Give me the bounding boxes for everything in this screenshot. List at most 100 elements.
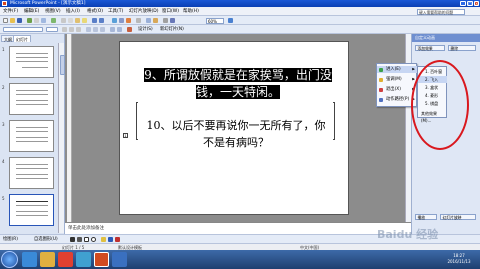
notes-pane[interactable]: 单击此处添加备注 [65,222,411,234]
slide-thumbnail[interactable] [9,120,54,152]
slide-thumbnail[interactable] [9,157,54,189]
menu-insert[interactable]: 插入(I) [66,8,80,15]
zoom-select[interactable]: 60% [206,17,224,24]
maximize-button[interactable]: □ [467,1,473,6]
scrollbar-thumb[interactable] [59,55,65,75]
remove-effect-button[interactable]: 删除 [448,45,476,51]
font-size-select[interactable] [46,26,58,32]
new-icon[interactable] [3,17,8,23]
undo-icon[interactable] [92,17,97,23]
menu-help[interactable]: 帮助(H) [183,8,199,15]
current-slide[interactable]: 9、所谓放假就是在家挨骂，出门没钱，一天特闲。 1 10、以后不要再说你一无所有… [119,41,349,215]
help-icon[interactable] [228,17,233,23]
standard-toolbar: 60% [0,16,480,25]
ie-icon[interactable] [22,252,37,267]
permission-icon[interactable] [27,17,32,23]
menu-item-label: 进入(E) [386,67,401,72]
new-slide-button[interactable]: 新幻灯片(N) [160,26,184,33]
preview-icon[interactable] [41,17,46,23]
help-search-input[interactable]: 键入需要帮助的问题 [417,8,465,15]
menu-edit[interactable]: 编辑(E) [24,8,39,15]
color-grayscale-icon[interactable] [170,17,175,23]
menu-slideshow[interactable]: 幻灯片放映(D) [129,8,158,15]
autoshapes-button[interactable]: 自选图形(U) [34,236,58,243]
add-effect-button[interactable]: 添加效果 [415,45,445,51]
menu-view[interactable]: 视图(V) [45,8,61,15]
save-icon[interactable] [17,17,22,23]
oval-icon[interactable] [91,237,96,242]
clock-time[interactable]: 18:27 [440,253,478,258]
powerpoint-taskbar-icon[interactable] [94,252,109,267]
insert-table-icon[interactable] [119,17,124,23]
expand-icon[interactable] [146,17,151,23]
align-left-icon[interactable] [86,26,91,32]
title-bar: Microsoft PowerPoint - [演示文稿1] _ □ × [0,0,480,7]
align-center-icon[interactable] [93,26,98,32]
browser-icon[interactable] [76,252,91,267]
tab-slides[interactable]: 幻灯片 [13,35,31,42]
start-button[interactable] [1,251,18,268]
entrance-icon [379,67,383,72]
slide-thumbnail-selected[interactable] [9,194,54,226]
underline-icon[interactable] [76,26,81,32]
menu-item-label: 退出(X) [386,87,401,92]
grid-icon[interactable] [163,17,168,23]
slide-body-text[interactable]: 10、以后不要再说你一无所有了，你不是有病吗？ [142,117,330,151]
slideshow-button[interactable]: 幻灯片放映 [440,214,476,220]
hyperlink-icon[interactable] [136,17,141,23]
open-icon[interactable] [10,17,15,23]
animation-order-marker[interactable]: 1 [123,133,128,138]
format-painter-icon[interactable] [82,17,87,23]
slide-title[interactable]: 9、所谓放假就是在家挨骂，出门没钱，一天特闲。 [140,67,336,101]
slide-number: 3 [2,122,5,127]
spelling-icon[interactable] [51,17,56,23]
menu-format[interactable]: 格式(O) [87,8,103,15]
close-button[interactable]: × [474,1,479,6]
align-right-icon[interactable] [100,26,105,32]
arrow-icon[interactable] [77,237,82,242]
slide-thumbnail[interactable] [9,46,54,78]
slide-thumbnail[interactable] [9,83,54,115]
bold-icon[interactable] [62,26,67,32]
copy-icon[interactable] [68,17,73,23]
slides-scrollbar[interactable] [58,43,65,233]
italic-icon[interactable] [69,26,74,32]
fill-color-icon[interactable] [101,237,106,242]
insert-chart-icon[interactable] [112,17,117,23]
clock-date[interactable]: 2016/11/13 [440,259,478,264]
menu-item-exit[interactable]: 退出(X) ▶ [377,86,417,93]
menu-item-entrance[interactable]: 进入(E) ▶ [377,66,417,73]
font-select[interactable] [3,26,43,32]
line-icon[interactable] [70,237,75,242]
menu-window[interactable]: 窗口(W) [162,8,179,15]
numbering-icon[interactable] [110,26,115,32]
title-text: 、所谓放假就是在家挨骂，出门没钱，一天特闲。 [151,68,332,99]
menu-item-label: 强调(M) [386,77,402,82]
paste-icon[interactable] [75,17,80,23]
font-color-icon[interactable] [115,237,120,242]
rectangle-icon[interactable] [84,237,89,242]
slide-number: 4 [2,159,5,164]
insert-picture-icon[interactable] [126,17,131,23]
media-icon[interactable] [58,252,73,267]
minimize-button[interactable]: _ [460,1,466,6]
show-formatting-icon[interactable] [153,17,158,23]
play-button[interactable]: 播放 [415,214,437,220]
redo-icon[interactable] [99,17,104,23]
explorer-icon[interactable] [40,252,55,267]
exit-icon [379,87,383,92]
menu-item-label: 动作路径(P) [386,97,410,102]
cut-icon[interactable] [61,17,66,23]
menu-tools[interactable]: 工具(T) [108,8,123,15]
notes-placeholder: 单击此处添加备注 [68,226,104,231]
draw-menu-button[interactable]: 绘图(R) [3,236,18,243]
menu-file[interactable]: 文件(F) [3,8,18,15]
bullets-icon[interactable] [117,26,122,32]
design-button[interactable]: 设计(S) [138,26,153,33]
print-icon[interactable] [34,17,39,23]
word-icon[interactable] [112,252,127,267]
font-color-icon[interactable] [127,26,132,32]
menu-item-emphasis[interactable]: 强调(M) ▶ [377,76,417,83]
line-color-icon[interactable] [108,237,113,242]
slide-number: 5 [2,196,5,201]
